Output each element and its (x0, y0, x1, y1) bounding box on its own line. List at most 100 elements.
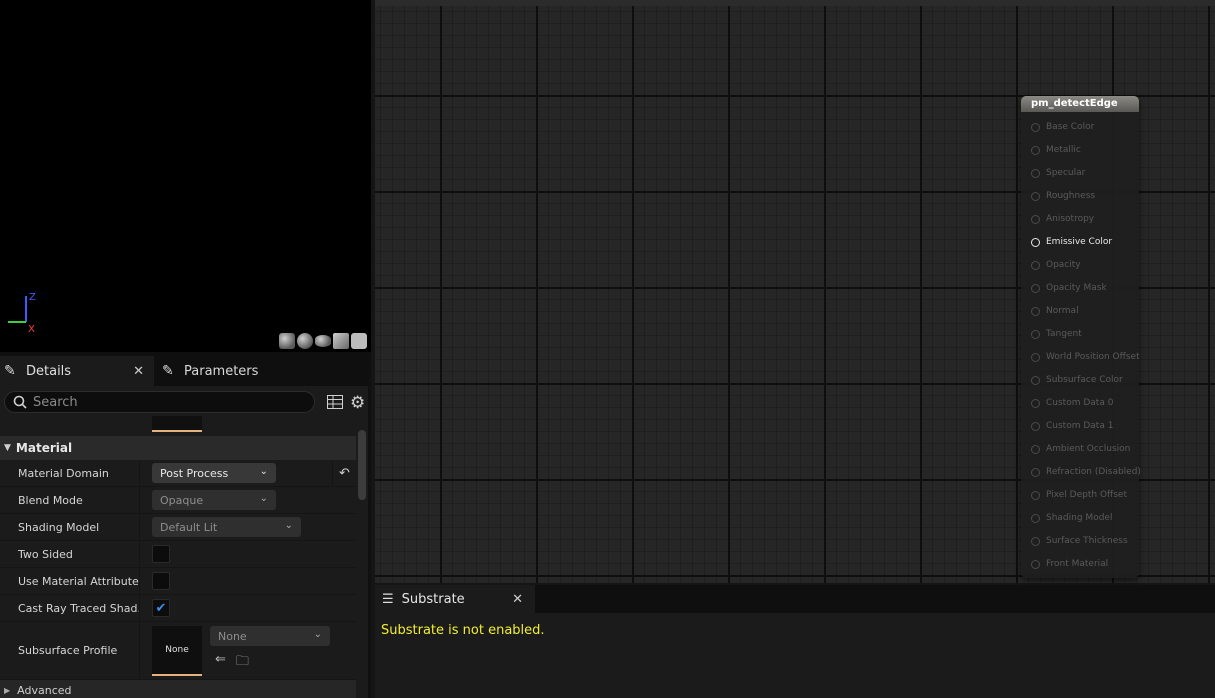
node-pin[interactable]: World Position Offset (1031, 350, 1140, 364)
search-box[interactable] (4, 391, 315, 413)
node-pin[interactable]: Subsurface Color (1031, 373, 1123, 387)
cube-icon[interactable] (333, 333, 349, 349)
tab-substrate-label: Substrate (401, 591, 465, 607)
pin-connector-icon[interactable] (1031, 260, 1040, 270)
use-material-attributes-checkbox[interactable] (152, 572, 170, 590)
two-sided-checkbox[interactable] (152, 545, 170, 563)
cylinder-icon[interactable] (279, 333, 295, 349)
pin-connector-icon[interactable] (1031, 352, 1040, 362)
node-pin[interactable]: Specular (1031, 166, 1085, 180)
browse-folder-icon[interactable]: 🗀 (236, 652, 249, 674)
asset-actions: ⇐ 🗀 (215, 652, 249, 674)
pin-connector-icon[interactable] (1031, 237, 1040, 247)
subsurface-profile-dropdown[interactable]: None ⌄ (210, 626, 330, 646)
subsurface-profile-thumbnail[interactable]: None (152, 626, 202, 676)
property-shading-model: Shading Model Default Lit ⌄ (0, 514, 356, 541)
pin-connector-icon[interactable] (1031, 122, 1040, 132)
property-value: Post Process ⌄ (140, 460, 356, 486)
node-pin[interactable]: Front Material (1031, 557, 1108, 571)
gear-icon[interactable]: ⚙ (350, 394, 368, 412)
node-pin[interactable]: Normal (1031, 304, 1079, 318)
pin-connector-icon[interactable] (1031, 329, 1040, 339)
search-icon (13, 395, 27, 409)
pin-connector-icon[interactable] (1031, 444, 1040, 454)
category-label: Material (15, 441, 73, 455)
node-pin[interactable]: Shading Model (1031, 511, 1112, 525)
blend-mode-dropdown[interactable]: Opaque ⌄ (152, 490, 276, 510)
pin-label: Metallic (1046, 145, 1081, 155)
node-pin[interactable]: Custom Data 0 (1031, 396, 1113, 410)
node-pin[interactable]: Custom Data 1 (1031, 419, 1113, 433)
close-icon[interactable]: ✕ (512, 592, 523, 607)
pin-connector-icon[interactable] (1031, 513, 1040, 523)
node-pin[interactable]: Metallic (1031, 143, 1081, 157)
node-pin[interactable]: Refraction (Disabled) (1031, 465, 1141, 479)
search-row: ⚙ (0, 386, 368, 416)
property-two-sided: Two Sided (0, 541, 356, 568)
tab-parameters[interactable]: ✎ Parameters (158, 356, 358, 386)
tab-details[interactable]: ✎ Details ✕ (0, 356, 154, 386)
pin-connector-icon[interactable] (1031, 306, 1040, 316)
pin-label: Roughness (1046, 191, 1096, 201)
pin-connector-icon[interactable] (1031, 559, 1040, 569)
property-material-domain: Material Domain Post Process ⌄ ↶ (0, 460, 356, 487)
custom-mesh-icon[interactable] (351, 333, 367, 349)
category-material[interactable]: ▼ Material (0, 436, 356, 460)
details-scrollbar[interactable] (358, 430, 366, 500)
use-selected-icon[interactable]: ⇐ (215, 652, 226, 674)
node-pin[interactable]: Anisotropy (1031, 212, 1094, 226)
material-domain-dropdown[interactable]: Post Process ⌄ (152, 463, 276, 483)
node-pin[interactable]: Opacity Mask (1031, 281, 1107, 295)
tab-substrate[interactable]: ☰ Substrate ✕ (375, 585, 535, 613)
advanced-label: Advanced (17, 683, 72, 697)
pin-connector-icon[interactable] (1031, 191, 1040, 201)
chevron-down-icon: ⌄ (284, 520, 293, 531)
pin-connector-icon[interactable] (1031, 467, 1040, 477)
cast-ray-traced-shadows-checkbox[interactable]: ✔ (152, 599, 170, 617)
details-panel: ✎ Details ✕ ✎ Parameters Search ⚙ ▼ Mate… (0, 352, 371, 698)
shading-model-dropdown[interactable]: Default Lit ⌄ (152, 517, 301, 537)
property-blend-mode: Blend Mode Opaque ⌄ (0, 487, 356, 514)
pin-connector-icon[interactable] (1031, 421, 1040, 431)
advanced-section[interactable]: ▶ Advanced (0, 680, 356, 698)
material-graph[interactable]: pm_detectEdge Base Color Metallic Specular… (375, 0, 1215, 583)
property-label: Use Material Attributes (0, 568, 140, 594)
pin-connector-icon[interactable] (1031, 398, 1040, 408)
axis-z-label: Z (29, 292, 36, 303)
node-pin[interactable]: Opacity (1031, 258, 1081, 272)
graph-topbar (375, 0, 1215, 6)
node-pin[interactable]: Emissive Color (1031, 235, 1112, 249)
preview-viewport[interactable]: Z X (0, 0, 371, 352)
collapse-arrow-icon: ▼ (4, 443, 11, 453)
pin-connector-icon[interactable] (1031, 375, 1040, 385)
pin-label: Surface Thickness (1046, 536, 1128, 546)
table-view-icon[interactable] (327, 395, 343, 409)
pin-connector-icon[interactable] (1031, 490, 1040, 500)
dropdown-value: Default Lit (160, 520, 218, 534)
pin-connector-icon[interactable] (1031, 283, 1040, 293)
pin-label: Front Material (1046, 559, 1109, 569)
reset-to-default-icon[interactable]: ↶ (332, 460, 356, 486)
node-pin[interactable]: Pixel Depth Offset (1031, 488, 1127, 502)
pin-connector-icon[interactable] (1031, 536, 1040, 546)
details-tabbar: ✎ Details ✕ ✎ Parameters (0, 352, 368, 386)
node-pin[interactable]: Ambient Occlusion (1031, 442, 1130, 456)
pin-label: Custom Data 0 (1046, 398, 1114, 408)
pin-label: World Position Offset (1046, 352, 1140, 362)
plane-icon[interactable] (315, 335, 331, 347)
dropdown-value: Opaque (160, 493, 204, 507)
sphere-icon[interactable] (297, 333, 313, 349)
search-input[interactable] (33, 394, 293, 410)
axis-gizmo: Z X (8, 292, 36, 335)
pin-connector-icon[interactable] (1031, 145, 1040, 155)
node-pin[interactable]: Base Color (1031, 120, 1094, 134)
node-pin[interactable]: Roughness (1031, 189, 1095, 203)
property-list: ▼ Material Material Domain Post Process … (0, 416, 356, 698)
node-pin[interactable]: Surface Thickness (1031, 534, 1128, 548)
material-result-node[interactable]: pm_detectEdge Base Color Metallic Specular… (1021, 96, 1141, 578)
pin-connector-icon[interactable] (1031, 168, 1040, 178)
node-pin[interactable]: Tangent (1031, 327, 1082, 341)
close-icon[interactable]: ✕ (133, 364, 144, 379)
pin-label: Opacity Mask (1046, 283, 1107, 293)
pin-connector-icon[interactable] (1031, 214, 1040, 224)
